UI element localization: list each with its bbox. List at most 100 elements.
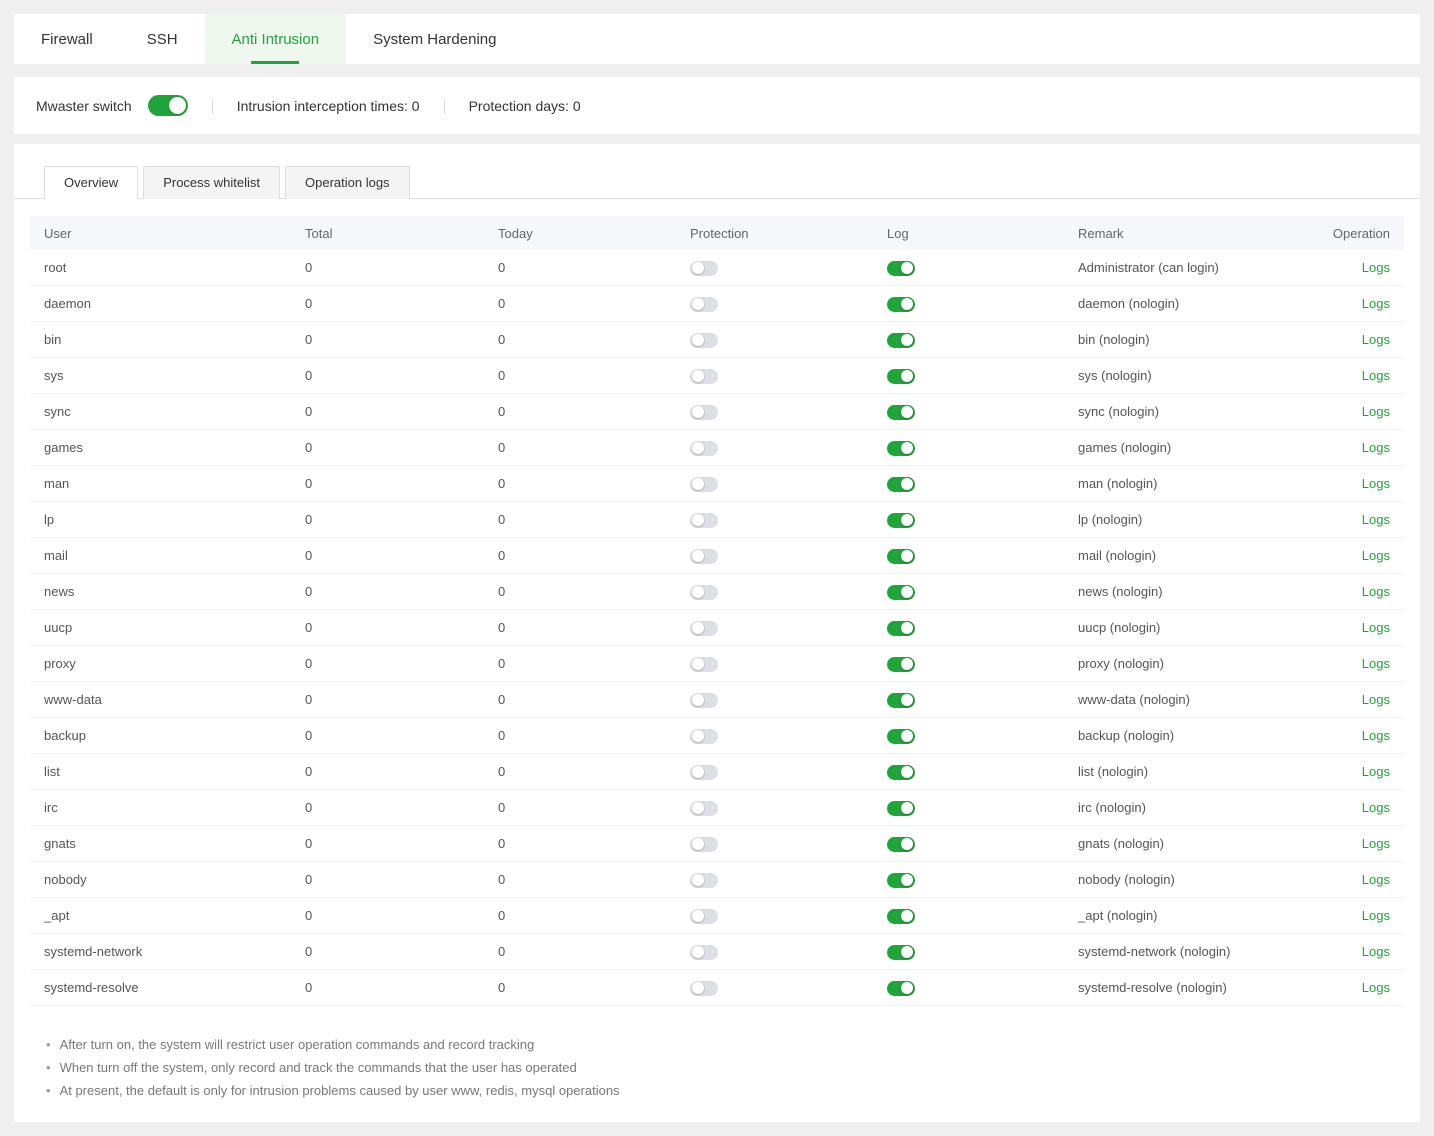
protection-cell [676,439,873,455]
logs-link[interactable]: Logs [1362,548,1390,563]
log-toggle[interactable] [887,369,915,384]
protection-toggle[interactable] [690,261,718,276]
protection-toggle[interactable] [690,585,718,600]
log-toggle[interactable] [887,405,915,420]
log-toggle[interactable] [887,441,915,456]
log-toggle[interactable] [887,873,915,888]
logs-link[interactable]: Logs [1362,800,1390,815]
log-toggle[interactable] [887,513,915,528]
protection-toggle[interactable] [690,405,718,420]
log-toggle[interactable] [887,981,915,996]
log-toggle[interactable] [887,693,915,708]
remark-cell: systemd-network (nologin) [1064,944,1324,959]
logs-link[interactable]: Logs [1362,872,1390,887]
toggle-knob [901,406,913,418]
protection-toggle[interactable] [690,945,718,960]
protection-toggle[interactable] [690,441,718,456]
log-toggle[interactable] [887,801,915,816]
divider [212,98,213,114]
protection-toggle[interactable] [690,621,718,636]
toggle-knob [901,370,913,382]
toggle-knob [692,514,704,526]
toggle-knob [901,838,913,850]
logs-link[interactable]: Logs [1362,332,1390,347]
logs-link[interactable]: Logs [1362,980,1390,995]
table-row: gnats 0 0 gnats (nologin) Logs [30,826,1404,862]
log-toggle[interactable] [887,621,915,636]
logs-link[interactable]: Logs [1362,692,1390,707]
protection-toggle[interactable] [690,549,718,564]
log-toggle[interactable] [887,765,915,780]
protection-toggle[interactable] [690,873,718,888]
logs-link[interactable]: Logs [1362,476,1390,491]
log-toggle[interactable] [887,297,915,312]
protection-toggle[interactable] [690,729,718,744]
tab-ssh[interactable]: SSH [120,14,205,64]
log-cell [873,943,1064,959]
table-row: root 0 0 Administrator (can login) Logs [30,250,1404,286]
logs-link[interactable]: Logs [1362,944,1390,959]
logs-link[interactable]: Logs [1362,656,1390,671]
protection-toggle[interactable] [690,657,718,672]
tab-anti-intrusion[interactable]: Anti Intrusion [205,14,347,64]
subtab-operation-logs[interactable]: Operation logs [285,166,410,199]
subtab-process-whitelist[interactable]: Process whitelist [143,166,280,199]
logs-link[interactable]: Logs [1362,584,1390,599]
protection-toggle[interactable] [690,765,718,780]
logs-link[interactable]: Logs [1362,764,1390,779]
logs-link[interactable]: Logs [1362,404,1390,419]
logs-link[interactable]: Logs [1362,728,1390,743]
log-toggle[interactable] [887,729,915,744]
operation-cell: Logs [1324,764,1404,779]
protection-toggle[interactable] [690,909,718,924]
log-toggle[interactable] [887,333,915,348]
table-row: nobody 0 0 nobody (nologin) Logs [30,862,1404,898]
protection-toggle[interactable] [690,513,718,528]
log-toggle[interactable] [887,837,915,852]
master-switch-toggle[interactable] [148,95,188,116]
protection-toggle[interactable] [690,297,718,312]
toggle-knob [692,946,704,958]
logs-link[interactable]: Logs [1362,620,1390,635]
toggle-knob [901,802,913,814]
tab-firewall[interactable]: Firewall [14,14,120,64]
protection-toggle[interactable] [690,369,718,384]
today-cell: 0 [484,944,676,959]
protection-cell [676,583,873,599]
col-header-remark: Remark [1064,226,1324,241]
protection-toggle[interactable] [690,837,718,852]
protection-toggle[interactable] [690,693,718,708]
table-row: backup 0 0 backup (nologin) Logs [30,718,1404,754]
log-toggle[interactable] [887,549,915,564]
logs-link[interactable]: Logs [1362,908,1390,923]
logs-link[interactable]: Logs [1362,296,1390,311]
log-toggle[interactable] [887,585,915,600]
log-toggle[interactable] [887,945,915,960]
log-toggle[interactable] [887,657,915,672]
logs-link[interactable]: Logs [1362,836,1390,851]
protection-toggle[interactable] [690,477,718,492]
user-cell: sync [30,404,291,419]
subtab-overview[interactable]: Overview [44,166,138,199]
protection-cell [676,295,873,311]
protection-toggle[interactable] [690,333,718,348]
total-cell: 0 [291,440,484,455]
logs-link[interactable]: Logs [1362,440,1390,455]
total-cell: 0 [291,260,484,275]
table-row: proxy 0 0 proxy (nologin) Logs [30,646,1404,682]
logs-link[interactable]: Logs [1362,368,1390,383]
logs-link[interactable]: Logs [1362,512,1390,527]
user-table: User Total Today Protection Log Remark O… [30,216,1404,1006]
today-cell: 0 [484,368,676,383]
toggle-knob [901,910,913,922]
log-toggle[interactable] [887,261,915,276]
log-toggle[interactable] [887,477,915,492]
today-cell: 0 [484,584,676,599]
log-toggle[interactable] [887,909,915,924]
tab-system-hardening[interactable]: System Hardening [346,14,523,64]
protection-toggle[interactable] [690,801,718,816]
logs-link[interactable]: Logs [1362,260,1390,275]
protection-toggle[interactable] [690,981,718,996]
today-cell: 0 [484,908,676,923]
remark-cell: gnats (nologin) [1064,836,1324,851]
